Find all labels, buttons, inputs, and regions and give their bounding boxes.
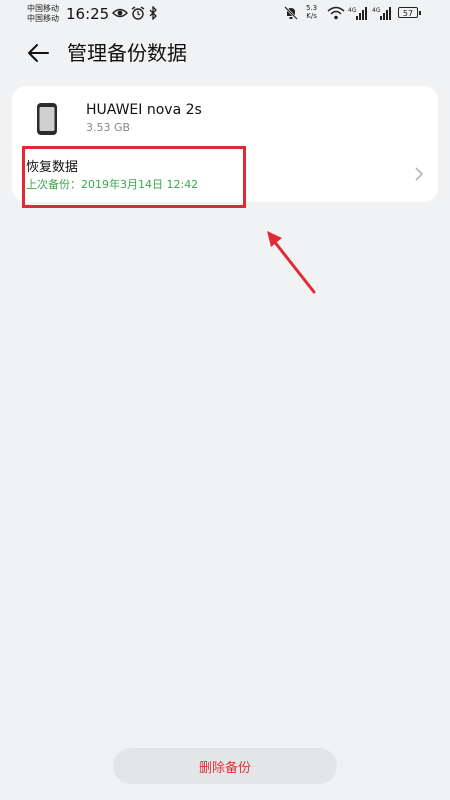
carrier-2: 中国移动 [27,14,59,23]
chevron-right-icon [415,167,424,181]
battery-icon: 57 [398,7,421,18]
svg-text:4G: 4G [372,7,381,14]
annotation-highlight-box [22,146,246,208]
wifi-icon [327,6,345,20]
mute-bell-icon [284,6,298,20]
arrow-left-icon[interactable] [26,40,52,66]
status-bar: 中国移动 中国移动 16:25 5.3 K/s 4G 4G 57 [0,0,450,30]
carrier-1: 中国移动 [27,4,59,13]
device-name: HUAWEI nova 2s [86,102,202,118]
clock: 16:25 [66,5,110,23]
svg-text:4G: 4G [348,7,357,14]
delete-backup-button[interactable]: 删除备份 [113,748,337,784]
speed-value: 5.3 [306,4,318,12]
phone-icon [37,103,57,135]
alarm-icon [131,6,145,20]
network-speed: 5.3 K/s [306,4,317,20]
page-title: 管理备份数据 [67,41,187,65]
eye-icon [112,8,128,18]
device-size: 3.53 GB [86,121,131,134]
carrier-info: 中国移动 中国移动 [27,4,59,24]
signal-2-icon: 4G [372,7,391,20]
bluetooth-icon [149,6,157,20]
speed-unit: K/s [306,12,317,20]
annotation-arrow-icon [267,231,316,294]
signal-1-icon: 4G [348,7,367,20]
